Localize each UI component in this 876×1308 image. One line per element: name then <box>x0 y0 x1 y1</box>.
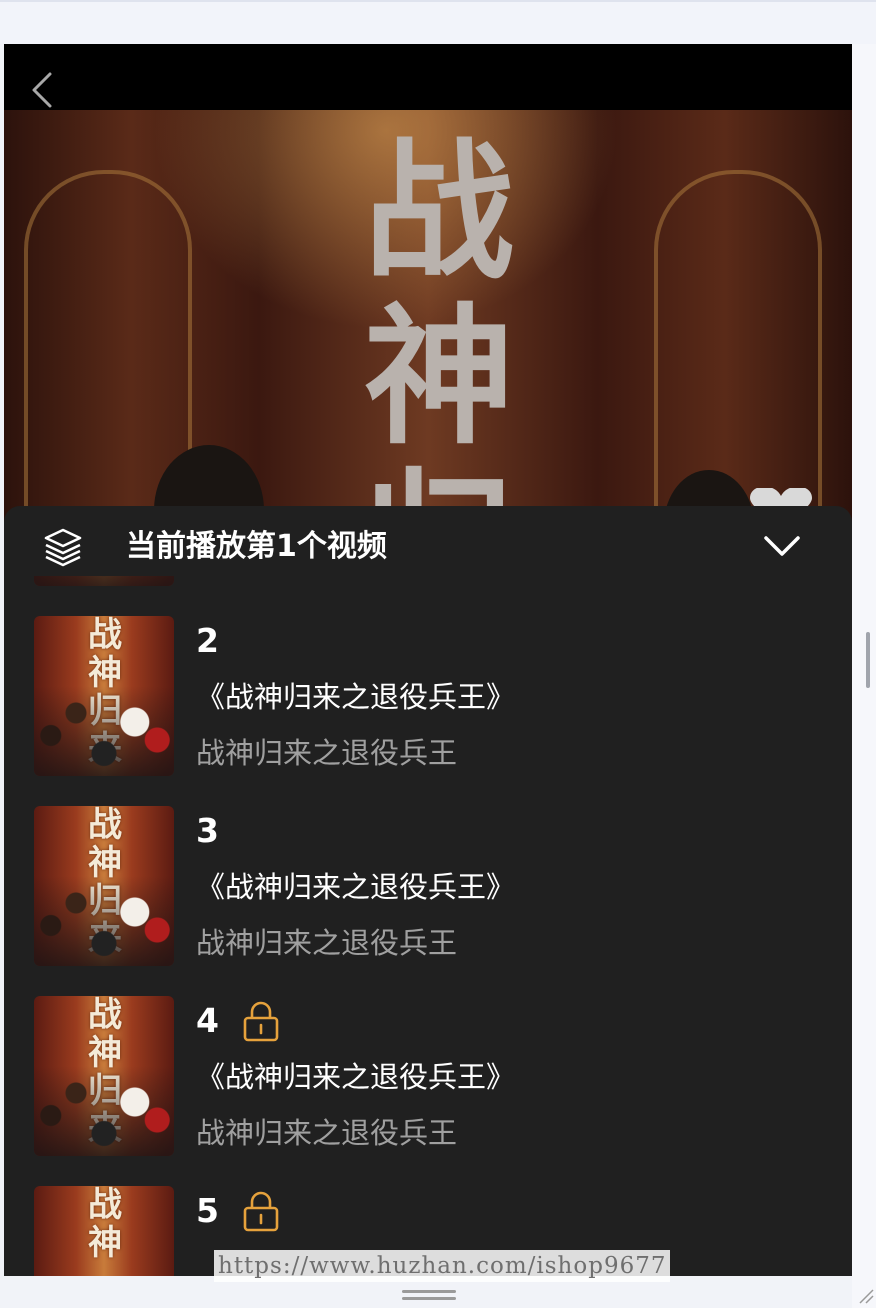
episode-thumbnail: 战神 <box>34 1186 174 1276</box>
panel-header: 当前播放第1个视频 <box>4 506 852 586</box>
episode-number: 2 <box>196 621 219 660</box>
list-item[interactable]: 战神归来 4 《战神归来之退役兵王》 战神归来之退役兵王 <box>34 996 824 1156</box>
episode-panel: 当前播放第1个视频 战神归来之退役兵王 战神归来 2 <box>4 506 852 1276</box>
list-item[interactable]: 战神归来 2 《战神归来之退役兵王》 战神归来之退役兵王 <box>34 616 824 776</box>
list-item[interactable]: 战神归来 3 《战神归来之退役兵王》 战神归来之退役兵王 <box>34 806 824 966</box>
cover-title: 战 神 归 <box>329 124 549 531</box>
watermark: https://www.huzhan.com/ishop9677 <box>214 1250 671 1282</box>
lock-icon <box>243 1001 279 1042</box>
back-button[interactable] <box>24 66 64 114</box>
cover-title-char: 神 <box>363 289 514 465</box>
cover-title-char: 战 <box>363 124 514 300</box>
layers-icon <box>44 528 82 567</box>
episode-title: 《战神归来之退役兵王》 <box>196 1060 516 1094</box>
home-indicator[interactable] <box>402 1290 456 1293</box>
home-indicator <box>402 1297 456 1300</box>
phone-viewport: 战 神 归 当前播放第1个视频 <box>4 44 852 1276</box>
collapse-button[interactable] <box>760 528 804 564</box>
episode-subtitle: 战神归来之退役兵王 <box>196 736 458 770</box>
episode-list[interactable]: 战神归来之退役兵王 战神归来 2 《战神归来之退役兵王》 战神归来之退役兵王 战… <box>4 576 852 1276</box>
episode-number: 3 <box>196 811 219 850</box>
thumbnail-title: 战神 <box>88 1186 122 1263</box>
page-scrollbar[interactable] <box>866 632 870 688</box>
episode-number: 5 <box>196 1191 219 1230</box>
thumbnail-people <box>34 1066 174 1156</box>
thumbnail-people <box>34 576 174 586</box>
lock-icon <box>243 1191 279 1232</box>
episode-subtitle: 战神归来之退役兵王 <box>196 576 457 584</box>
resize-handle-icon[interactable] <box>858 1288 874 1304</box>
panel-title: 当前播放第1个视频 <box>126 529 387 564</box>
cover-arch-left <box>24 170 192 514</box>
episode-thumbnail: 战神归来 <box>34 806 174 966</box>
cover-arch-right <box>654 170 822 514</box>
list-item[interactable]: 战神归来之退役兵王 <box>34 576 824 586</box>
chevron-left-icon <box>32 72 52 108</box>
chevron-down-icon <box>764 536 800 556</box>
video-cover[interactable]: 战 神 归 <box>4 110 852 530</box>
episode-subtitle: 战神归来之退役兵王 <box>196 926 458 960</box>
episode-number: 4 <box>196 1001 219 1040</box>
episode-thumbnail: 战神归来 <box>34 996 174 1156</box>
episode-title: 《战神归来之退役兵王》 <box>196 680 516 714</box>
thumbnail-people <box>34 686 174 776</box>
episode-thumbnail: 战神归来 <box>34 616 174 776</box>
browser-top-bar <box>0 0 876 44</box>
episode-subtitle: 战神归来之退役兵王 <box>196 1116 458 1150</box>
episode-thumbnail <box>34 576 174 586</box>
episode-title: 《战神归来之退役兵王》 <box>196 870 516 904</box>
window-side-strip <box>852 44 876 1308</box>
thumbnail-people <box>34 876 174 966</box>
